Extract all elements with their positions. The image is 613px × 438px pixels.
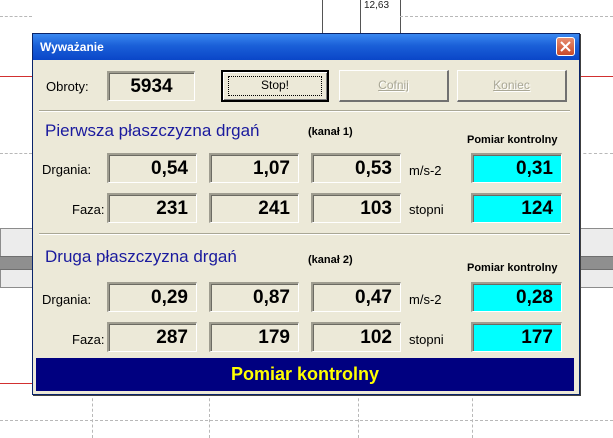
background-shaft (578, 256, 613, 270)
plane2-phase-control: 177 (471, 322, 562, 352)
background-grid-line (578, 153, 613, 154)
background-grid-line (92, 393, 93, 438)
background-shaft (0, 256, 32, 270)
status-bar: Pomiar kontrolny (36, 358, 574, 391)
background-value-label: 12,63 (364, 0, 390, 11)
balancing-dialog: Wyważanie Obroty: 5934 Stop! Cofnij Koni… (32, 33, 580, 395)
plane2-vibration-value-3: 0,47 (311, 282, 401, 312)
window-title: Wyważanie (40, 40, 104, 54)
plane2-vibration-value-2: 0,87 (209, 282, 299, 312)
plane1-vibration-control: 0,31 (471, 153, 562, 183)
rpm-label: Obroty: (46, 79, 89, 94)
separator (39, 110, 570, 112)
plane1-vibration-unit: m/s-2 (409, 163, 442, 178)
plane2-vibration-control: 0,28 (471, 282, 562, 312)
stop-button[interactable]: Stop! (221, 70, 329, 102)
plane1-control-header: Pomiar kontrolny (467, 134, 558, 146)
title-bar[interactable]: Wyważanie (33, 34, 579, 60)
background-grid-line (0, 420, 613, 421)
plane1-phase-value-1: 231 (107, 193, 197, 223)
background-signal-line (0, 383, 32, 384)
plane2-phase-label: Faza: (72, 332, 105, 347)
plane2-vibration-label: Drgania: (42, 292, 92, 307)
rpm-value: 5934 (107, 71, 195, 101)
plane2-phase-value-2: 179 (209, 322, 299, 352)
plane1-phase-value-2: 241 (209, 193, 299, 223)
close-icon (560, 41, 571, 52)
undo-button-label: Cofnij (378, 78, 409, 92)
end-button-label: Koniec (493, 78, 530, 92)
background-line (322, 0, 323, 33)
plane2-vibration-unit: m/s-2 (409, 292, 442, 307)
plane1-vibration-value-1: 0,54 (107, 153, 197, 183)
plane1-phase-control: 124 (471, 193, 562, 223)
plane2-title: Druga płaszczyzna drgań (45, 247, 237, 266)
plane1-phase-value-3: 103 (311, 193, 401, 223)
plane1-vibration-label: Drgania: (42, 162, 92, 177)
plane2-control-header: Pomiar kontrolny (467, 262, 558, 274)
focus-rect (228, 76, 322, 96)
background-grid-line (0, 153, 32, 154)
background-signal-line (0, 76, 32, 77)
plane2-vibration-value-1: 0,29 (107, 282, 197, 312)
background-grid-line (358, 393, 359, 438)
undo-button[interactable]: Cofnij (339, 70, 449, 102)
plane1-phase-unit: stopni (409, 202, 444, 217)
background-grid-line (0, 16, 32, 17)
plane1-channel: (kanał 1) (308, 126, 353, 138)
background-line (360, 0, 361, 33)
plane1-title: Pierwsza płaszczyzna drgań (45, 121, 260, 140)
plane2-phase-unit: stopni (409, 332, 444, 347)
separator (39, 233, 570, 235)
close-button[interactable] (556, 37, 575, 56)
plane1-phase-label: Faza: (72, 202, 105, 217)
end-button[interactable]: Koniec (457, 70, 567, 102)
background-grid-line (209, 393, 210, 438)
background-grid-line (400, 16, 613, 17)
plane1-vibration-value-3: 0,53 (311, 153, 401, 183)
background-signal-line (578, 76, 613, 77)
plane2-phase-value-1: 287 (107, 322, 197, 352)
background-grid-line (472, 393, 473, 438)
plane2-phase-value-3: 102 (311, 322, 401, 352)
plane2-channel: (kanał 2) (308, 254, 353, 266)
plane1-vibration-value-2: 1,07 (209, 153, 299, 183)
